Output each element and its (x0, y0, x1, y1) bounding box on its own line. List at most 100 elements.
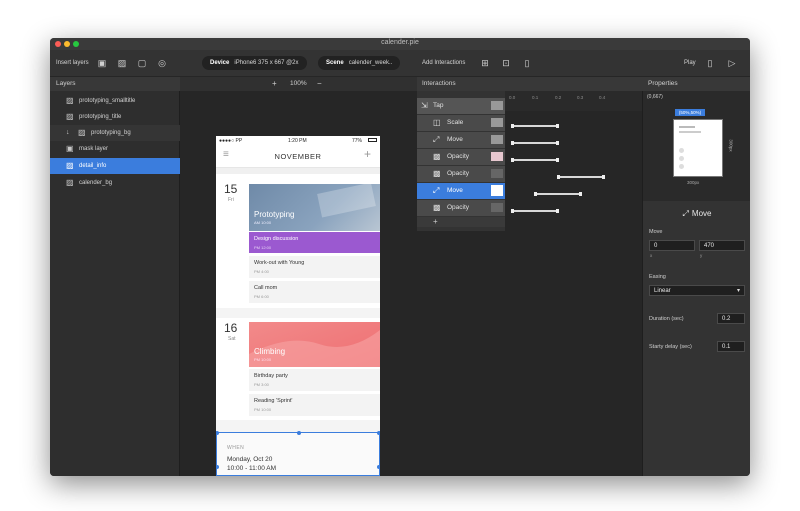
interaction-row-selected[interactable]: ⤢ Move (417, 183, 505, 199)
detail-info-layer[interactable]: WHEN Monday, Oct 20 10:00 - 11:00 AM (216, 431, 380, 476)
layer-label: prototyping_title (79, 114, 122, 120)
timeline-bar[interactable] (511, 209, 559, 213)
timeline-bar[interactable] (511, 141, 559, 145)
title-bar: calender.pie (50, 38, 750, 50)
insert-layer-icon[interactable]: ▣ (97, 58, 107, 68)
layer-item[interactable]: ▨ prototyping_title (50, 109, 180, 125)
interactions-title: Interactions (422, 80, 456, 87)
image-icon: ▨ (66, 96, 74, 105)
section-title-text: Move (691, 209, 712, 218)
day-name: Sat (228, 336, 236, 342)
event-item[interactable]: Work-out with Young PM 4:00 (249, 256, 380, 278)
device-selector[interactable]: Device iPhone6 375 x 667 @2x (202, 56, 307, 70)
layer-thumbnail (491, 169, 503, 178)
event-item[interactable]: Birthday party PM 3:00 (249, 369, 380, 391)
event-title: Work-out with Young (254, 260, 305, 266)
timeline-bar[interactable] (511, 158, 559, 162)
insert-rect-icon[interactable]: ▢ (137, 58, 147, 68)
interaction-row[interactable]: ⤢ Move (417, 132, 505, 148)
tick-label: 0.1 (532, 95, 539, 100)
layer-item[interactable]: ▨ calender_bg (50, 175, 180, 191)
preview-height: 300px (728, 139, 734, 152)
add-event-icon[interactable]: + (364, 147, 371, 161)
timeline-bar-selected[interactable] (534, 192, 582, 196)
layer-thumbnail (491, 135, 503, 144)
anchor-badge: (50%,50%) (675, 109, 705, 116)
event-title: Reading 'Sprint' (254, 398, 293, 404)
layers-title: Layers (56, 80, 76, 87)
preview-avatar (679, 156, 684, 161)
preview-device-icon[interactable]: ▯ (705, 58, 715, 68)
timeline-bar[interactable] (557, 175, 605, 179)
move-x-input[interactable]: 0 (649, 240, 695, 251)
interaction-label: Opacity (447, 204, 470, 211)
add-trigger-icon[interactable]: ⊡ (501, 58, 511, 68)
add-interaction-icon[interactable]: ⊞ (480, 58, 490, 68)
selection-handle[interactable] (216, 465, 219, 469)
add-device-interaction-icon[interactable]: ▯ (522, 58, 532, 68)
insert-image-icon[interactable]: ▨ (117, 58, 127, 68)
interaction-label: Scale (447, 119, 464, 126)
start-delay-input[interactable]: 0.1 (717, 341, 745, 352)
interaction-label: Opacity (447, 170, 470, 177)
layer-item[interactable]: ▣ mask layer (50, 141, 180, 157)
tap-icon: ⇲ (421, 101, 428, 110)
chevron-down-icon: ▾ (736, 288, 740, 294)
duration-input[interactable]: 0.2 (717, 313, 745, 324)
layer-label: calender_bg (79, 180, 113, 186)
mask-arrow-icon: ↓ (66, 129, 70, 136)
toolbar: Insert layers ▣ ▨ ▢ ◎ Device iPhone6 375 … (50, 50, 750, 77)
layer-label: mask layer (79, 146, 109, 152)
duration-label: Duration (sec) (649, 316, 684, 322)
scene-selector[interactable]: Scene calender_week.. (318, 56, 401, 70)
y-axis-label: y (700, 253, 703, 258)
play-icon[interactable]: ▷ (727, 58, 737, 68)
selection-handle[interactable] (377, 465, 380, 469)
preview-thumbnail[interactable] (673, 119, 723, 177)
add-interaction-row[interactable]: + (417, 217, 505, 227)
phone-canvas[interactable]: ●●●●○ PP 1:20 PM 77% ≡ NOVEMBER + 15 Fri… (216, 136, 380, 476)
hero-time: PM 10:00 (254, 357, 272, 362)
x-axis-label: x (650, 253, 653, 258)
hero-image-shape (317, 182, 376, 218)
status-bar: ●●●●○ PP 1:20 PM 77% (216, 136, 380, 146)
insert-circle-icon[interactable]: ◎ (157, 58, 167, 68)
interaction-row[interactable]: ▩ Opacity (417, 149, 505, 165)
interaction-row[interactable]: ◫ Scale (417, 115, 505, 131)
interactions-header: Interactions (417, 77, 642, 91)
event-item-highlighted[interactable]: Design discussion PM 12:00 (249, 232, 380, 253)
zoom-out-button[interactable]: − (317, 79, 322, 88)
event-item[interactable]: Call mom PM 6:00 (249, 281, 380, 303)
play-label[interactable]: Play (684, 60, 696, 66)
timeline-bar[interactable] (511, 124, 559, 128)
image-icon: ▨ (66, 161, 74, 170)
layer-thumbnail (491, 101, 503, 110)
zoom-in-button[interactable]: + (272, 79, 277, 88)
hero-card[interactable]: Climbing PM 10:00 (249, 322, 380, 367)
move-y-input[interactable]: 470 (699, 240, 745, 251)
easing-select[interactable]: Linear ▾ (649, 285, 745, 296)
event-time: PM 12:00 (254, 245, 272, 250)
event-title: Call mom (254, 285, 278, 291)
battery-icon (368, 138, 377, 142)
hero-card[interactable]: Prototyping AM 10:00 (249, 182, 380, 231)
opacity-icon: ▩ (433, 169, 441, 178)
opacity-icon: ▩ (433, 203, 441, 212)
selection-handle[interactable] (377, 431, 380, 435)
event-item[interactable]: Reading 'Sprint' PM 10:00 (249, 394, 380, 416)
add-interaction-button[interactable]: + (433, 217, 438, 226)
interaction-trigger-row[interactable]: ⇲ Tap (417, 98, 505, 114)
layer-item[interactable]: ↓ ▨ prototyping_bg (50, 125, 180, 141)
detail-time: 10:00 - 11:00 AM (227, 465, 277, 472)
scene-label: Scene (326, 60, 344, 66)
selection-handle[interactable] (216, 431, 219, 435)
selection-handle[interactable] (297, 431, 301, 435)
interaction-row[interactable]: ▩ Opacity (417, 200, 505, 216)
layer-item[interactable]: ▨ prototyping_smalltitle (50, 93, 180, 109)
preview-line (679, 131, 701, 133)
layer-item-selected[interactable]: ▨ detail_info (50, 158, 180, 174)
layer-thumbnail (491, 152, 503, 161)
trigger-label: Tap (433, 102, 444, 109)
interaction-row[interactable]: ▩ Opacity (417, 166, 505, 182)
detail-date: Monday, Oct 20 (227, 456, 273, 463)
